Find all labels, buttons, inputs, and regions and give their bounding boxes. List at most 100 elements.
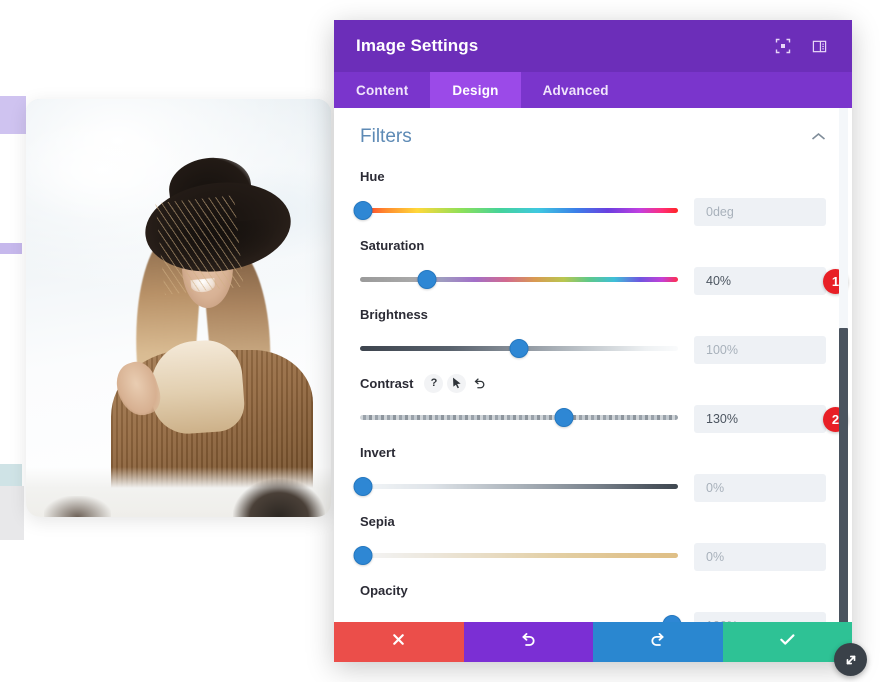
photo-hair-wisps — [155, 195, 245, 296]
slider-track[interactable] — [360, 553, 678, 558]
filter-control: Hue — [353, 166, 678, 224]
filter-value-input[interactable]: 40% — [694, 267, 826, 295]
save-button[interactable] — [722, 622, 852, 662]
filter-value-wrap: 0% — [678, 442, 826, 502]
value-spacer — [694, 442, 826, 474]
filter-label-wrap: Saturation — [360, 235, 678, 255]
filter-slider[interactable] — [353, 474, 678, 500]
check-icon — [779, 632, 796, 652]
help-icon[interactable]: ? — [424, 373, 444, 393]
slider-handle[interactable] — [353, 477, 373, 496]
resize-handle[interactable] — [834, 643, 867, 676]
filter-slider[interactable] — [353, 543, 678, 569]
filter-value-input[interactable]: 130% — [694, 405, 826, 433]
filter-row: Contrast? 130% 2 — [360, 373, 848, 433]
photo-ground-rock-left — [44, 496, 112, 517]
filter-row: Invert 0% — [353, 442, 826, 502]
filter-value-input[interactable]: 100% — [694, 336, 826, 364]
filter-label: Invert — [360, 444, 396, 460]
filter-control: Contrast? — [360, 373, 678, 431]
filter-row-grid: Saturation 40% 1 — [360, 235, 848, 295]
panel-action-bar — [334, 622, 852, 662]
panel-header: Image Settings — [334, 20, 852, 72]
cancel-button[interactable] — [334, 622, 464, 662]
slider-track[interactable] — [360, 277, 678, 282]
slider-track[interactable] — [360, 415, 678, 420]
decor-bar-purple-mid — [0, 243, 22, 254]
filter-value-wrap: 100% — [678, 580, 826, 622]
filter-row: Sepia 0% — [353, 511, 826, 571]
close-icon — [391, 632, 406, 652]
redo-button[interactable] — [593, 622, 723, 662]
slider-track[interactable] — [360, 484, 678, 489]
filter-row: Hue 0deg — [353, 166, 826, 226]
filter-slider[interactable] — [360, 336, 678, 362]
value-spacer — [694, 304, 826, 336]
slider-handle[interactable] — [353, 546, 373, 565]
value-spacer — [694, 235, 826, 267]
filter-value-text: 0% — [706, 550, 725, 564]
filter-row: Opacity 100% — [360, 580, 826, 622]
filter-row-grid: Hue 0deg — [353, 166, 826, 226]
filter-value-wrap: 130% 2 — [678, 373, 848, 433]
slider-handle[interactable] — [554, 408, 574, 427]
redo-icon — [649, 631, 666, 653]
filter-slider[interactable] — [353, 198, 678, 224]
filter-value-text: 0% — [706, 481, 725, 495]
screen-root: Image Settings Content Design Advanced F… — [0, 0, 880, 682]
filter-row: Brightness 100% — [360, 304, 826, 364]
undo-button[interactable] — [463, 622, 593, 662]
filter-value-text: 100% — [706, 343, 738, 357]
decor-bar-purple-top — [0, 96, 26, 134]
filter-label-wrap: Contrast? — [360, 373, 678, 393]
filter-control: Brightness — [360, 304, 678, 362]
slider-handle[interactable] — [509, 339, 529, 358]
layout-icon[interactable] — [808, 35, 830, 57]
value-spacer — [694, 373, 826, 405]
filter-control: Invert — [353, 442, 678, 500]
filter-value-input[interactable]: 100% — [694, 612, 826, 622]
filter-control: Opacity — [360, 580, 682, 622]
preview-photo — [26, 99, 331, 517]
settings-scroll-area: Filters Hue 0deg Saturation 40% 1 Brightness 1… — [334, 108, 852, 622]
filters-section-header[interactable]: Filters — [360, 126, 826, 148]
slider-track[interactable] — [360, 208, 678, 213]
cursor-icon[interactable] — [447, 373, 467, 393]
filter-value-input[interactable]: 0% — [694, 543, 826, 571]
filter-label: Saturation — [360, 237, 425, 253]
filter-row-grid: Opacity 100% — [360, 580, 826, 622]
filter-label: Contrast — [360, 375, 414, 391]
image-settings-panel: Image Settings Content Design Advanced F… — [334, 20, 852, 662]
filter-control: Sepia — [353, 511, 678, 569]
filters-list: Hue 0deg Saturation 40% 1 Brightness 100% Contr… — [353, 166, 848, 622]
panel-body: Filters Hue 0deg Saturation 40% 1 Brightness 1… — [334, 108, 852, 622]
panel-scrollbar-thumb[interactable] — [839, 328, 848, 622]
filter-value-input[interactable]: 0deg — [694, 198, 826, 226]
filter-slider[interactable] — [360, 612, 682, 622]
reset-icon[interactable] — [470, 374, 489, 393]
tab-advanced[interactable]: Advanced — [521, 72, 631, 108]
filter-label: Brightness — [360, 306, 428, 322]
tab-design[interactable]: Design — [430, 72, 521, 108]
filter-value-text: 130% — [706, 412, 738, 426]
filter-row-grid: Sepia 0% — [353, 511, 826, 571]
filter-label-wrap: Hue — [360, 166, 678, 186]
slider-handle[interactable] — [417, 270, 437, 289]
filter-slider[interactable] — [360, 267, 678, 293]
value-spacer — [694, 166, 826, 198]
filter-slider[interactable] — [360, 405, 678, 431]
slider-handle[interactable] — [353, 201, 373, 220]
filter-label-wrap: Sepia — [360, 511, 678, 531]
filter-value-wrap: 100% — [678, 304, 826, 364]
image-preview-card[interactable] — [26, 99, 331, 517]
filter-value-input[interactable]: 0% — [694, 474, 826, 502]
filter-label: Opacity — [360, 582, 408, 598]
chevron-up-icon[interactable] — [811, 128, 826, 146]
filter-value-text: 40% — [706, 274, 732, 288]
fullscreen-icon[interactable] — [772, 35, 794, 57]
filter-row: Saturation 40% 1 — [360, 235, 848, 295]
tab-content[interactable]: Content — [334, 72, 430, 108]
section-title-filters: Filters — [360, 126, 412, 147]
filter-row-icons: ? — [424, 373, 489, 393]
filter-label: Hue — [360, 168, 385, 184]
